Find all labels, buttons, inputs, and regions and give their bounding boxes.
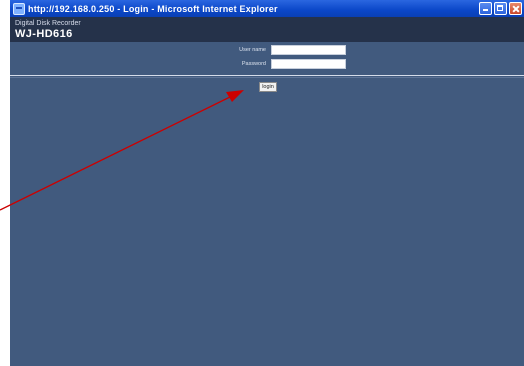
username-label: User name	[239, 47, 266, 53]
close-icon[interactable]	[509, 2, 522, 15]
username-row: User name	[200, 44, 346, 56]
window-controls	[479, 2, 522, 15]
page-header: Digital Disk Recorder WJ-HD616	[10, 17, 524, 42]
divider-shadow	[10, 77, 524, 78]
username-input[interactable]	[271, 45, 346, 55]
password-label: Password	[241, 61, 266, 67]
ie-icon	[13, 2, 25, 15]
browser-window: http://192.168.0.250 - Login - Microsoft…	[10, 0, 524, 366]
product-model: WJ-HD616	[15, 28, 73, 40]
password-input[interactable]	[271, 59, 346, 69]
window-title: http://192.168.0.250 - Login - Microsoft…	[28, 3, 278, 14]
login-button[interactable]: login	[259, 82, 277, 92]
password-row: Password	[200, 58, 346, 70]
divider	[10, 75, 524, 76]
maximize-icon[interactable]	[494, 2, 507, 15]
minimize-icon[interactable]	[479, 2, 492, 15]
title-bar: http://192.168.0.250 - Login - Microsoft…	[10, 0, 524, 17]
product-subtitle: Digital Disk Recorder	[15, 20, 81, 27]
